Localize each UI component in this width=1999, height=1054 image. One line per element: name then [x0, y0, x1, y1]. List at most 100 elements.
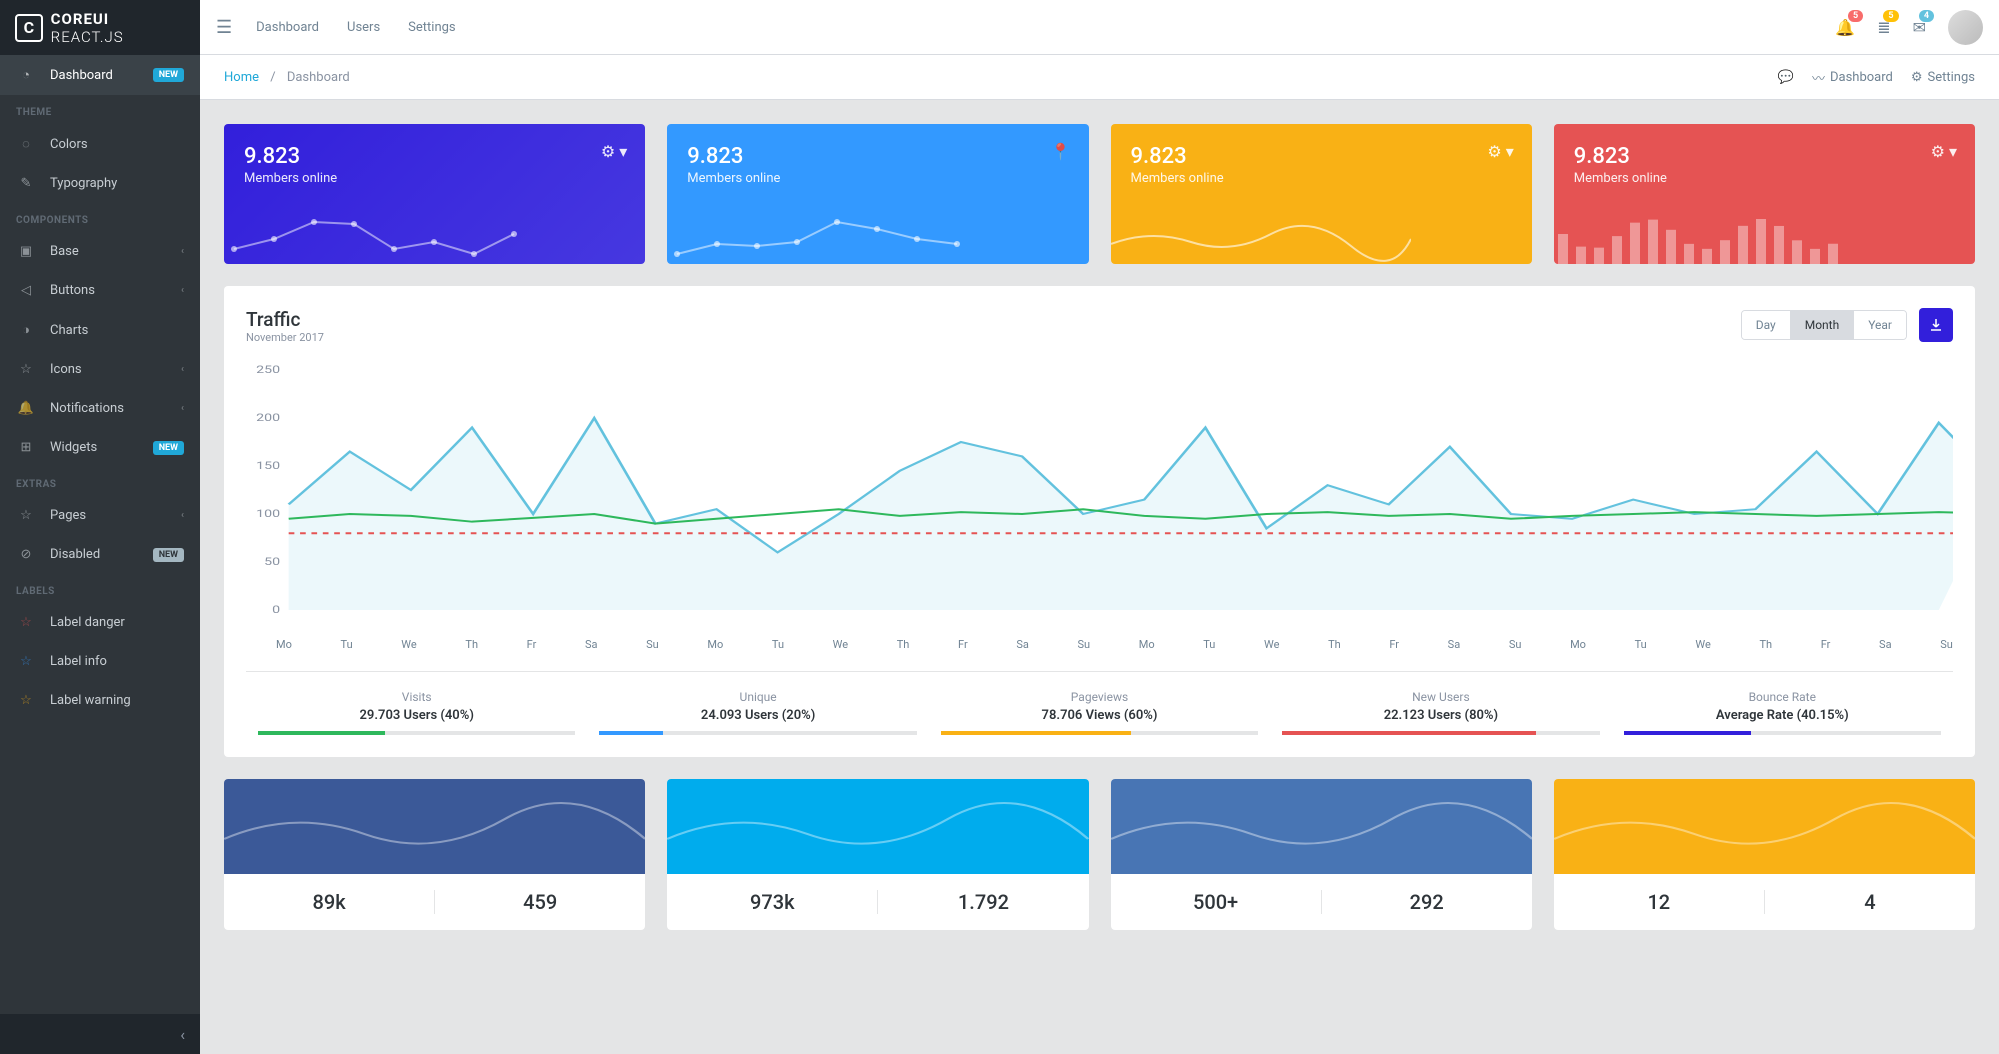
- subheader-speech-icon[interactable]: 💬: [1778, 68, 1794, 87]
- social-card-tw: 973k 1.792: [667, 779, 1088, 930]
- speedometer-icon: ◔: [16, 67, 36, 83]
- svg-text:100: 100: [256, 509, 280, 520]
- chevron-left-icon: ‹: [181, 246, 184, 257]
- range-year-button[interactable]: Year: [1854, 311, 1906, 339]
- social-card-cal: 12 4: [1554, 779, 1975, 930]
- range-day-button[interactable]: Day: [1742, 311, 1791, 339]
- tag-icon: ☆: [16, 615, 36, 630]
- traffic-stat: Pageviews 78.706 Views (60%): [929, 690, 1270, 735]
- svg-text:0: 0: [272, 605, 280, 616]
- sidebar-item-widgets[interactable]: ⊞ Widgets NEW: [0, 428, 200, 467]
- range-button-group: DayMonthYear: [1741, 310, 1907, 340]
- breadcrumb-home[interactable]: Home: [224, 70, 259, 85]
- tag-icon: ☆: [16, 654, 36, 669]
- header-nav: Dashboard Users Settings: [256, 20, 456, 35]
- nav-icon: ⊞: [16, 440, 36, 455]
- nav-icon: 🔔: [16, 401, 36, 416]
- social-stat-b: 459: [435, 890, 645, 914]
- sidebar-minimizer[interactable]: ‹: [0, 1014, 200, 1054]
- header: ☰ Dashboard Users Settings 🔔5 ≣5 ✉4: [200, 0, 1999, 55]
- social-stat-b: 292: [1322, 890, 1532, 914]
- svg-text:50: 50: [264, 557, 280, 568]
- menu-toggle-icon[interactable]: ☰: [216, 17, 232, 38]
- drop-icon: ◌: [16, 136, 36, 152]
- sidebar-item-label: Dashboard: [50, 68, 113, 83]
- stat-card: 9.823 Members online ⚙ ▾: [1554, 124, 1975, 264]
- subheader-settings[interactable]: ⚙ Settings: [1911, 68, 1975, 87]
- nav-icon: ◁: [16, 283, 36, 298]
- traffic-stat: New Users 22.123 Users (80%): [1270, 690, 1611, 735]
- svg-text:150: 150: [256, 461, 280, 472]
- nav-section-theme: THEME: [0, 95, 200, 124]
- traffic-subtitle: November 2017: [246, 331, 324, 344]
- stat-card: 9.823 Members online ⚙ ▾: [1111, 124, 1532, 264]
- stat-label: Members online: [244, 171, 625, 186]
- sidebar-item-buttons[interactable]: ◁ Buttons ‹: [0, 271, 200, 310]
- traffic-stat: Unique 24.093 Users (20%): [587, 690, 928, 735]
- stat-value: 9.823: [1574, 144, 1955, 169]
- stat-label: Members online: [687, 171, 1068, 186]
- avatar[interactable]: [1948, 10, 1983, 45]
- sidebar-item-label-danger[interactable]: ☆ Label danger: [0, 603, 200, 642]
- gear-icon[interactable]: ⚙ ▾: [1931, 142, 1957, 161]
- chevron-left-icon: ‹: [181, 364, 184, 375]
- sidebar-item-pages[interactable]: ☆ Pages ‹: [0, 496, 200, 535]
- svg-text:200: 200: [256, 413, 280, 424]
- social-stat-b: 1.792: [878, 890, 1088, 914]
- sidebar-item-disabled[interactable]: ⊘ Disabled NEW: [0, 535, 200, 574]
- stat-card: 9.823 Members online 📍: [667, 124, 1088, 264]
- sidebar-item-typography[interactable]: ✎Typography: [0, 164, 200, 203]
- stat-label: Members online: [1131, 171, 1512, 186]
- header-link-dashboard[interactable]: Dashboard: [256, 20, 319, 35]
- pin-icon[interactable]: 📍: [1051, 142, 1071, 161]
- breadcrumb: Home / Dashboard: [224, 70, 350, 85]
- mail-icon[interactable]: ✉4: [1913, 18, 1926, 37]
- svg-text:250: 250: [256, 365, 280, 376]
- gear-icon[interactable]: ⚙ ▾: [601, 142, 627, 161]
- stat-label: Members online: [1574, 171, 1955, 186]
- social-stat-a: 89k: [224, 890, 435, 914]
- social-card-li: in 500+ 292: [1111, 779, 1532, 930]
- social-card-fb: f 89k 459: [224, 779, 645, 930]
- nav-icon: ⊘: [16, 547, 36, 562]
- header-link-users[interactable]: Users: [347, 20, 380, 35]
- header-link-settings[interactable]: Settings: [408, 20, 455, 35]
- nav-icon: ☆: [16, 508, 36, 523]
- sidebar-item-colors[interactable]: ◌Colors: [0, 124, 200, 164]
- nav-icon: ▣: [16, 244, 36, 259]
- subheader-dashboard[interactable]: 〰 Dashboard: [1812, 68, 1893, 87]
- stat-value: 9.823: [687, 144, 1068, 169]
- logo-icon: C: [15, 14, 43, 42]
- new-badge: NEW: [153, 441, 184, 455]
- sidebar-item-charts[interactable]: ◑ Charts: [0, 310, 200, 350]
- sidebar: C COREUI REACT.JS ◔ Dashboard NEW THEME …: [0, 0, 200, 1054]
- traffic-stat: Bounce Rate Average Rate (40.15%): [1612, 690, 1953, 735]
- social-stat-b: 4: [1765, 890, 1975, 914]
- bell-icon[interactable]: 🔔5: [1835, 18, 1855, 37]
- subheader: Home / Dashboard 💬 〰 Dashboard ⚙ Setting…: [200, 55, 1999, 100]
- pencil-icon: ✎: [16, 176, 36, 191]
- chevron-left-icon: ‹: [181, 285, 184, 296]
- traffic-card: Traffic November 2017 DayMonthYear 0 50 10…: [224, 286, 1975, 757]
- sidebar-item-label-warning[interactable]: ☆ Label warning: [0, 681, 200, 720]
- sidebar-item-icons[interactable]: ☆ Icons ‹: [0, 350, 200, 389]
- new-badge: NEW: [153, 68, 184, 82]
- sidebar-item-dashboard[interactable]: ◔ Dashboard NEW: [0, 55, 200, 95]
- stat-value: 9.823: [244, 144, 625, 169]
- sidebar-item-base[interactable]: ▣ Base ‹: [0, 232, 200, 271]
- stat-value: 9.823: [1131, 144, 1512, 169]
- nav-section-extras: EXTRAS: [0, 467, 200, 496]
- gear-icon[interactable]: ⚙ ▾: [1487, 142, 1513, 161]
- traffic-chart: 0 50 100 150 200 250: [246, 360, 1953, 630]
- list-icon[interactable]: ≣5: [1877, 18, 1890, 37]
- nav-icon: ◑: [16, 322, 36, 338]
- sidebar-item-notifications[interactable]: 🔔 Notifications ‹: [0, 389, 200, 428]
- traffic-title: Traffic: [246, 308, 324, 331]
- sidebar-item-label-info[interactable]: ☆ Label info: [0, 642, 200, 681]
- tag-icon: ☆: [16, 693, 36, 708]
- social-stat-a: 500+: [1111, 890, 1322, 914]
- chevron-left-icon: ‹: [181, 403, 184, 414]
- range-month-button[interactable]: Month: [1791, 311, 1854, 339]
- download-button[interactable]: [1919, 308, 1953, 342]
- brand-logo[interactable]: C COREUI REACT.JS: [0, 0, 200, 55]
